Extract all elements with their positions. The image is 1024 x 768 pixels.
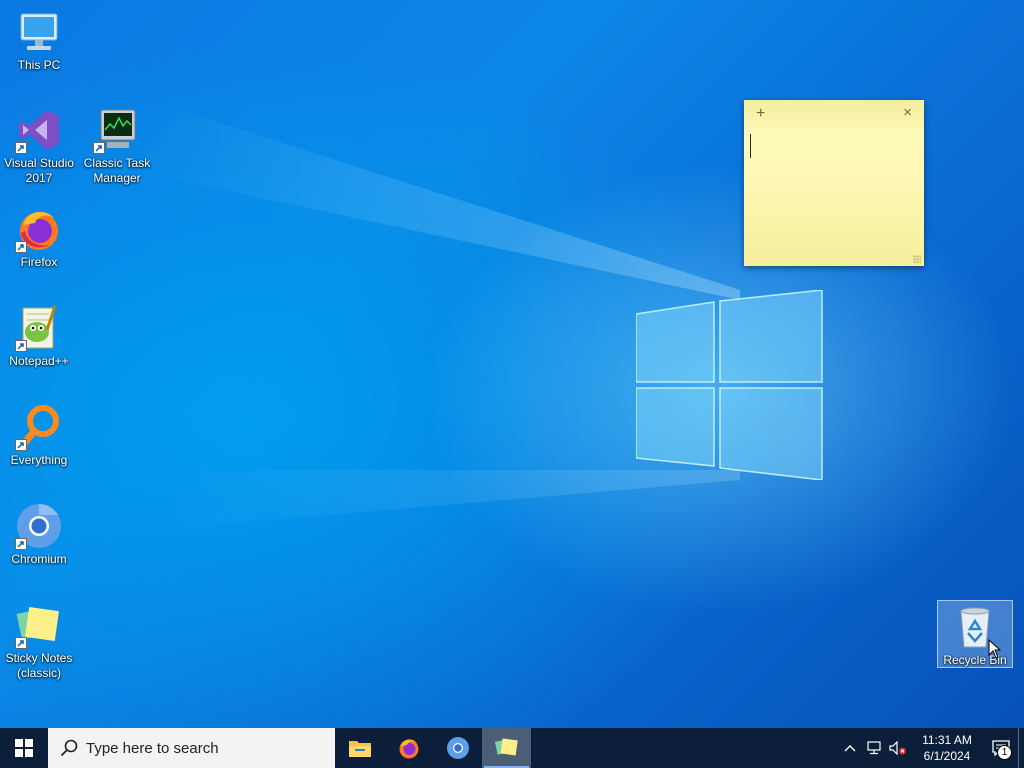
- windows-start-icon: [15, 739, 33, 757]
- desktop-icon-notepadplusplus[interactable]: Notepad++: [1, 304, 77, 369]
- chevron-up-icon: [844, 745, 856, 752]
- everything-search-icon: [15, 403, 63, 451]
- clock-time: 11:31 AM: [922, 733, 972, 747]
- taskbar-search-box[interactable]: Type here to search: [48, 728, 335, 768]
- desktop-icon-chromium[interactable]: Chromium: [1, 502, 77, 567]
- visual-studio-icon: [15, 106, 63, 154]
- mouse-cursor-icon: [988, 639, 1002, 659]
- sticky-note-text-area[interactable]: [750, 132, 918, 254]
- file-explorer-icon: [348, 741, 371, 757]
- shortcut-arrow-icon: [15, 538, 27, 550]
- taskbar-chromium[interactable]: [433, 728, 482, 768]
- taskbar-clock[interactable]: 11:31 AM 6/1/2024: [916, 732, 978, 764]
- taskbar: Type here to search 11:31 AM 6/1/2024 1: [0, 728, 1024, 768]
- action-center-button[interactable]: 1: [984, 728, 1018, 768]
- search-placeholder: Type here to search: [86, 739, 219, 757]
- computer-icon: [15, 8, 63, 56]
- resize-grip[interactable]: [913, 255, 921, 263]
- chromium-icon: [446, 737, 469, 759]
- notepadplusplus-icon: [15, 304, 63, 352]
- show-desktop-button[interactable]: [1018, 728, 1024, 768]
- desktop-icon-classic-task-manager[interactable]: Classic Task Manager: [79, 106, 155, 186]
- shortcut-arrow-icon: [15, 241, 27, 253]
- firefox-icon: [15, 205, 63, 253]
- windows-logo-wallpaper: [636, 290, 823, 480]
- start-button[interactable]: [0, 728, 48, 768]
- desktop-icon-label: Everything: [10, 453, 68, 467]
- desktop-icon-label: Visual Studio 2017: [4, 156, 74, 185]
- shortcut-arrow-icon: [15, 142, 27, 154]
- clock-date: 6/1/2024: [923, 749, 971, 763]
- system-tray: 11:31 AM 6/1/2024 1: [838, 728, 1024, 768]
- volume-button[interactable]: [886, 728, 910, 768]
- desktop-icon-label: Firefox: [20, 255, 58, 269]
- add-note-button[interactable]: +: [756, 105, 765, 123]
- taskbar-sticky-notes[interactable]: [482, 728, 531, 768]
- taskbar-firefox[interactable]: [384, 728, 433, 768]
- close-note-button[interactable]: ×: [903, 104, 912, 121]
- notification-count-badge: 1: [997, 745, 1012, 760]
- network-icon: [867, 741, 881, 755]
- shortcut-arrow-icon: [15, 439, 27, 451]
- desktop-icon-label: This PC: [17, 58, 61, 72]
- desktop-icon-label: Notepad++: [9, 354, 69, 368]
- sticky-note-title-bar[interactable]: + ×: [744, 100, 924, 128]
- desktop-icon-everything[interactable]: Everything: [1, 403, 77, 468]
- sticky-notes-icon: [15, 601, 63, 649]
- shortcut-arrow-icon: [15, 340, 27, 352]
- desktop-icon-firefox[interactable]: Firefox: [1, 205, 77, 270]
- desktop-icon-label: Sticky Notes (classic): [5, 651, 73, 680]
- network-status-button[interactable]: [862, 728, 886, 768]
- desktop-icon-label: Chromium: [11, 552, 67, 566]
- search-icon: [60, 739, 78, 757]
- taskbar-file-explorer[interactable]: [335, 728, 384, 768]
- firefox-icon: [399, 739, 418, 759]
- task-manager-icon: [93, 106, 141, 154]
- desktop-icon-label: Classic Task Manager: [83, 156, 151, 185]
- text-caret: [750, 134, 751, 158]
- volume-muted-icon: [889, 741, 906, 755]
- desktop-icon-visual-studio[interactable]: Visual Studio 2017: [1, 106, 77, 186]
- chromium-icon: [15, 502, 63, 550]
- sticky-notes-icon: [494, 738, 518, 756]
- shortcut-arrow-icon: [15, 637, 27, 649]
- sticky-note-window[interactable]: + ×: [744, 100, 924, 266]
- shortcut-arrow-icon: [93, 142, 105, 154]
- desktop-icon-this-pc[interactable]: This PC: [1, 8, 77, 73]
- desktop-icon-sticky-notes-classic[interactable]: Sticky Notes (classic): [1, 601, 77, 681]
- show-hidden-icons-button[interactable]: [838, 728, 862, 768]
